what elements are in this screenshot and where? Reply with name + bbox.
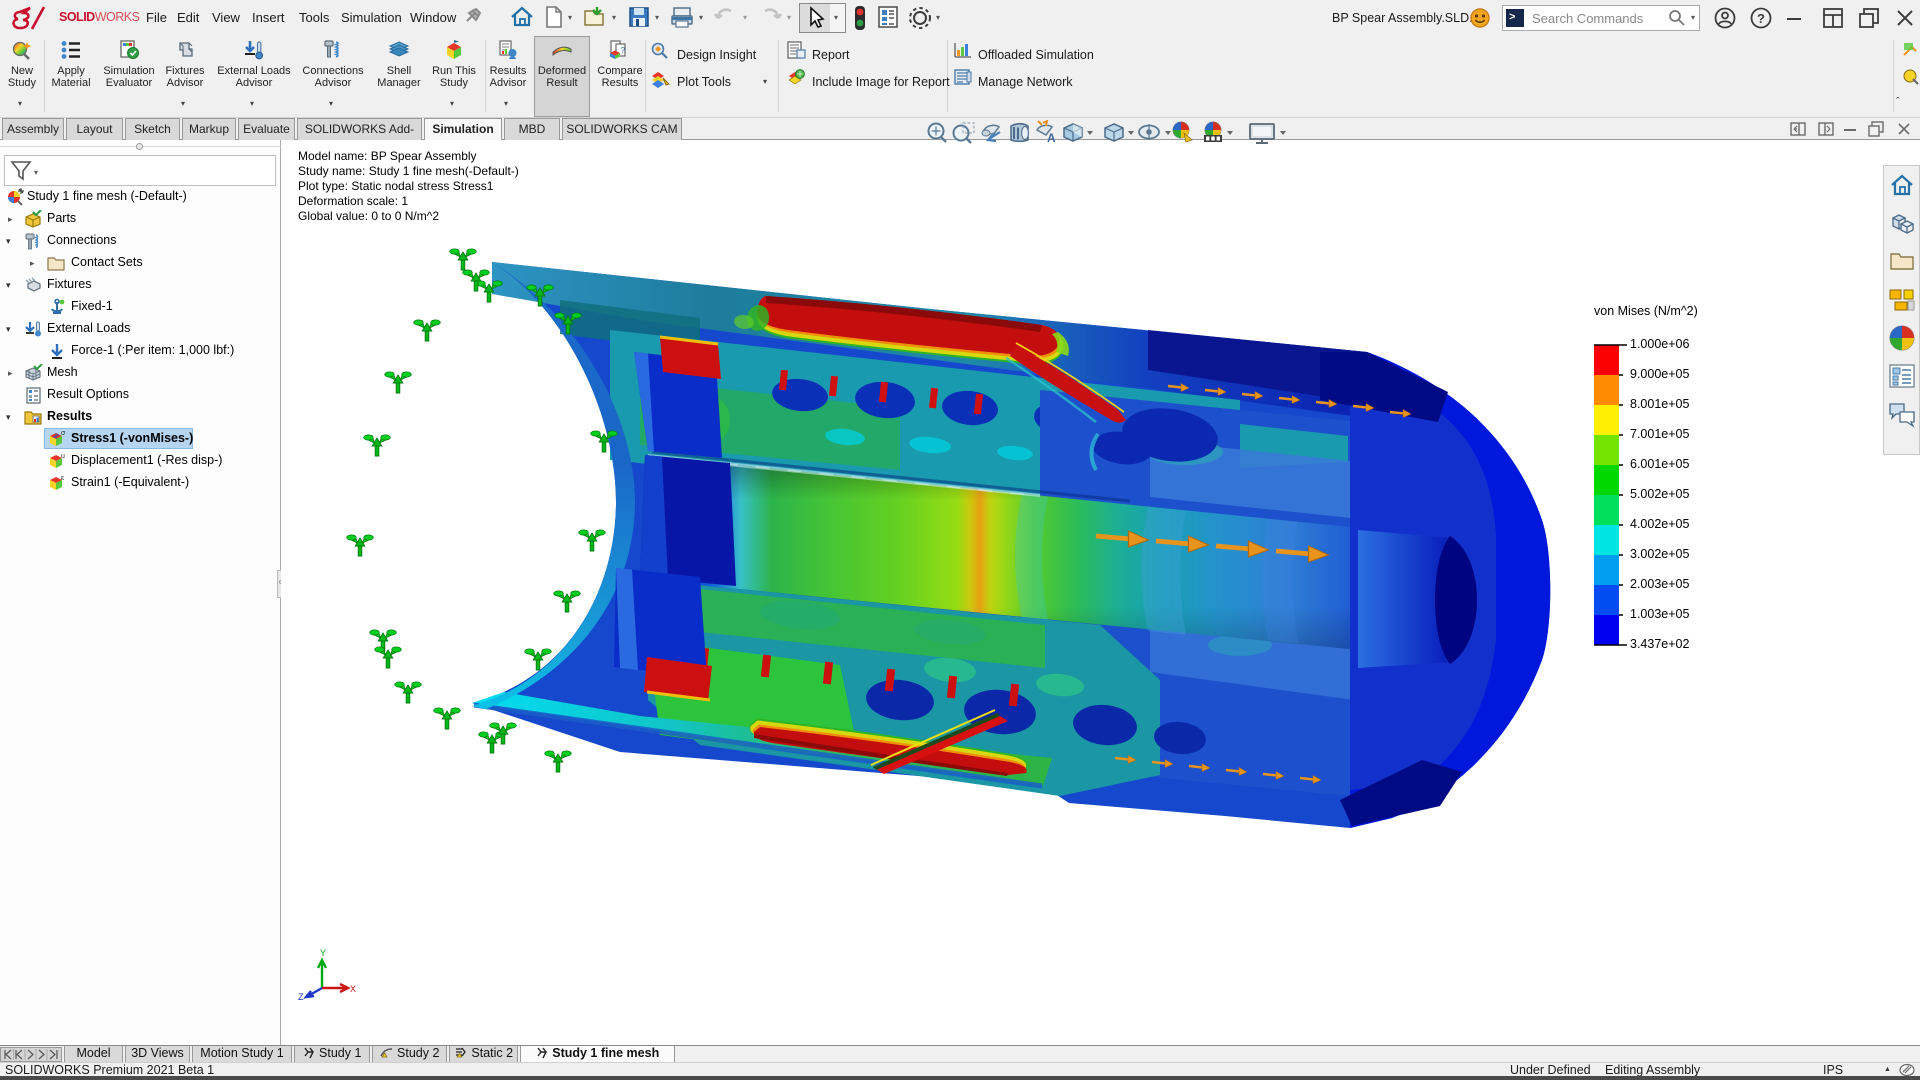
svg-text:Z: Z [298,992,304,1002]
svg-text:Y: Y [320,948,326,958]
svg-text:?: ? [1757,11,1765,26]
svg-text:A: A [1047,131,1056,145]
svg-text:σ: σ [61,430,66,437]
svg-text:u: u [61,453,65,460]
svg-text:ε: ε [61,475,64,482]
svg-text:X: X [350,984,356,994]
svg-text:?: ? [621,46,626,55]
